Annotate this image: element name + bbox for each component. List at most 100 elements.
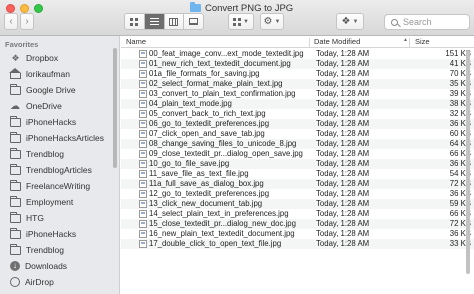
airdrop-icon [10, 277, 20, 287]
sort-indicator-icon: ▲ [403, 37, 408, 43]
dropbox-icon: ❖ [341, 16, 351, 27]
file-row[interactable]: 01_new_rich_text_textedit_document.jpg To… [121, 59, 474, 69]
back-button[interactable]: ‹ [4, 13, 18, 30]
zoom-window-button[interactable] [34, 4, 43, 13]
jpg-file-icon [139, 150, 147, 158]
sidebar-item-iphonehacksarticles[interactable]: iPhoneHacksArticles [10, 130, 104, 146]
file-row[interactable]: 05_convert_back_to_rich_text.jpg Today, 1… [121, 109, 474, 119]
sidebar-item-iphonehacks-2[interactable]: iPhoneHacks [10, 226, 76, 242]
file-row[interactable]: 00_feat_image_conv...ext_mode_textedit.j… [121, 49, 474, 59]
file-row[interactable]: 03_convert_to_plain_text_confirmation.jp… [121, 89, 474, 99]
file-row[interactable]: 09_close_textedit_pr...dialog_open_save.… [121, 149, 474, 159]
close-window-button[interactable] [6, 4, 15, 13]
sidebar: Favorites ❖ Dropbox lorikaufman Google D… [0, 36, 120, 294]
sidebar-item-htg[interactable]: HTG [10, 210, 44, 226]
column-divider[interactable] [309, 38, 310, 47]
column-header-size[interactable]: Size [415, 37, 430, 46]
file-name: 04_plain_text_mode.jpg [149, 99, 232, 108]
file-row[interactable]: 14_select_plain_text_in_preferences.jpg T… [121, 209, 474, 219]
jpg-file-icon [139, 200, 147, 208]
jpg-file-icon [139, 90, 147, 98]
sidebar-item-onedrive[interactable]: ☁ OneDrive [10, 98, 62, 114]
column-divider[interactable] [409, 38, 410, 47]
file-row[interactable]: 07_click_open_and_save_tab.jpg Today, 1:2… [121, 129, 474, 139]
sidebar-item-iphonehacks[interactable]: iPhoneHacks [10, 114, 76, 130]
file-name: 11a_full_save_as_dialog_box.jpg [149, 179, 264, 188]
sidebar-item-label: OneDrive [26, 101, 62, 111]
grid-icon [233, 17, 242, 26]
search-icon [391, 18, 398, 26]
sidebar-item-google-drive[interactable]: Google Drive [10, 82, 76, 98]
jpg-file-icon [139, 140, 147, 148]
toolbar: Convert PNG to JPG ‹ › ▼ ⚙ ▼ ❖ ▼ Search [0, 0, 474, 36]
jpg-file-icon [139, 120, 147, 128]
sidebar-item-trendblog[interactable]: Trendblog [10, 146, 64, 162]
file-size: 39 KB [449, 89, 471, 98]
list-view-button[interactable] [144, 14, 165, 29]
sidebar-item-downloads[interactable]: ↓ Downloads [10, 258, 67, 274]
sidebar-item-airdrop[interactable]: AirDrop [10, 274, 54, 290]
file-date-modified: Today, 1:28 AM [316, 149, 370, 158]
downloads-icon: ↓ [10, 261, 20, 271]
column-header-date[interactable]: Date Modified [314, 37, 360, 46]
file-size: 33 KB [449, 239, 471, 248]
sidebar-item-label: FreelanceWriting [26, 181, 91, 191]
arrange-button[interactable]: ▼ [228, 13, 254, 30]
jpg-file-icon [139, 240, 147, 248]
cover-flow-view-button[interactable] [184, 14, 203, 29]
file-row[interactable]: 06_go_to_textedit_preferences.jpg Today, … [121, 119, 474, 129]
file-list-scrollbar[interactable] [466, 50, 470, 274]
folder-icon [10, 163, 21, 175]
folder-icon [190, 2, 201, 12]
file-row[interactable]: 12_go_to_textedit_preferences.jpg Today, … [121, 189, 474, 199]
action-button[interactable]: ⚙ ▼ [260, 13, 284, 30]
sidebar-item-dropbox[interactable]: ❖ Dropbox [10, 50, 58, 66]
file-row[interactable]: 15_close_textedit_pr...dialog_new_doc.jp… [121, 219, 474, 229]
column-header-row: Name Date Modified ▲ Size [121, 36, 474, 48]
file-row[interactable]: 08_change_saving_files_to_unicode_8.jpg T… [121, 139, 474, 149]
file-row[interactable]: 10_go_to_file_save.jpg Today, 1:28 AM 36 K… [121, 159, 474, 169]
file-row[interactable]: 16_new_plain_text_textedit_document.jpg T… [121, 229, 474, 239]
file-row[interactable]: 04_plain_text_mode.jpg Today, 1:28 AM 38 K… [121, 99, 474, 109]
dropbox-menu-button[interactable]: ❖ ▼ [336, 13, 364, 30]
file-name: 15_close_textedit_pr...dialog_new_doc.jp… [149, 219, 296, 228]
minimize-window-button[interactable] [20, 4, 29, 13]
file-row[interactable]: 17_double_click_to_open_text_file.jpg Tod… [121, 239, 474, 249]
file-name: 07_click_open_and_save_tab.jpg [149, 129, 265, 138]
window-title-text: Convert PNG to JPG [205, 2, 294, 14]
sidebar-item-label: iPhoneHacks [26, 229, 77, 239]
jpg-file-icon [139, 80, 147, 88]
file-date-modified: Today, 1:28 AM [316, 99, 370, 108]
file-size: 60 KB [449, 129, 471, 138]
folder-icon [10, 227, 21, 239]
sidebar-item-trendblog-2[interactable]: Trendblog [10, 242, 64, 258]
column-view-button[interactable] [165, 14, 185, 29]
columns-icon [169, 17, 179, 26]
file-name: 17_double_click_to_open_text_file.jpg [149, 239, 282, 248]
sidebar-item-freelancewriting[interactable]: FreelanceWriting [10, 178, 90, 194]
jpg-file-icon [139, 110, 147, 118]
file-name: 01a_file_formats_for_saving.jpg [149, 69, 260, 78]
sidebar-scrollbar[interactable] [113, 48, 117, 168]
file-date-modified: Today, 1:28 AM [316, 49, 370, 58]
file-size: 36 KB [449, 159, 471, 168]
file-date-modified: Today, 1:28 AM [316, 79, 370, 88]
file-row[interactable]: 11_save_file_as_text_file.jpg Today, 1:28… [121, 169, 474, 179]
forward-button[interactable]: › [20, 13, 34, 30]
column-header-name[interactable]: Name [126, 37, 146, 46]
file-row[interactable]: 11a_full_save_as_dialog_box.jpg Today, 1:… [121, 179, 474, 189]
file-size: 41 KB [449, 59, 471, 68]
file-row[interactable]: 01a_file_formats_for_saving.jpg Today, 1:… [121, 69, 474, 79]
gear-icon: ⚙ [263, 16, 273, 27]
sidebar-item-label: Employment [26, 197, 74, 207]
search-field[interactable]: Search [384, 14, 470, 30]
file-row[interactable]: 02_select_format_make_plain_text.jpg Toda… [121, 79, 474, 89]
icon-view-button[interactable] [125, 14, 145, 29]
sidebar-item-lorikaufman[interactable]: lorikaufman [9, 66, 70, 82]
sidebar-item-trendblogarticles[interactable]: TrendblogArticles [10, 162, 92, 178]
file-name: 10_go_to_file_save.jpg [149, 159, 230, 168]
sidebar-item-employment[interactable]: Employment [10, 194, 73, 210]
chevron-down-icon: ▼ [243, 18, 249, 25]
file-row[interactable]: 13_click_new_document_tab.jpg Today, 1:28… [121, 199, 474, 209]
file-date-modified: Today, 1:28 AM [316, 219, 370, 228]
